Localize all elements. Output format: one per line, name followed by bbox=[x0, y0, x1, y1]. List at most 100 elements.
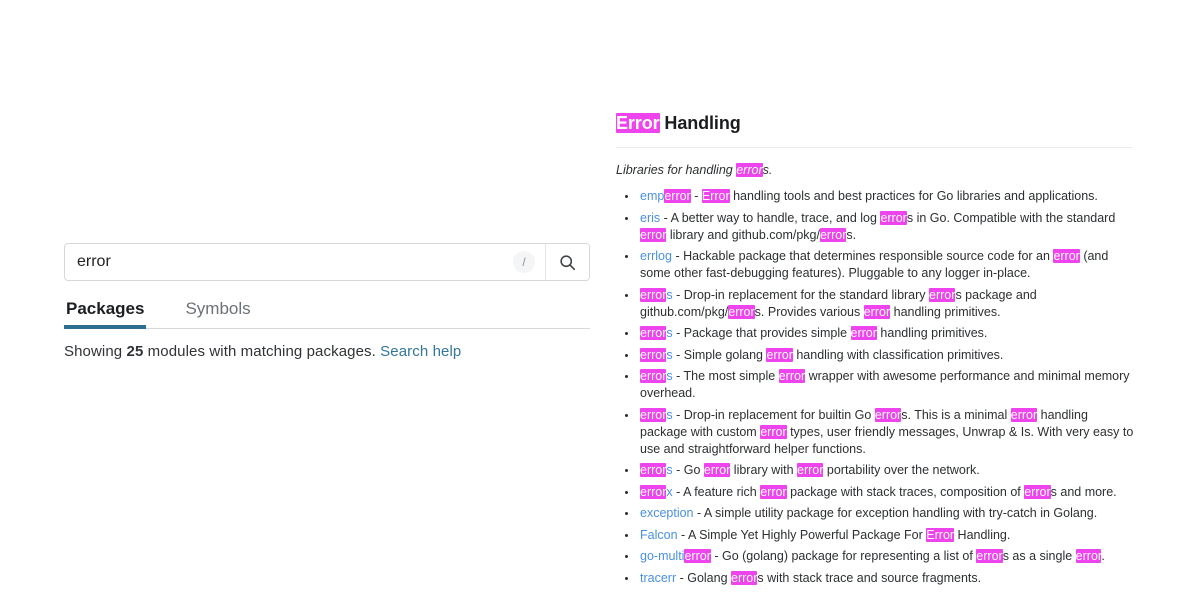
package-link[interactable]: errors bbox=[640, 287, 673, 302]
highlighted-term: error bbox=[1010, 407, 1038, 422]
package-list-item: errors - Drop-in replacement for the sta… bbox=[638, 287, 1136, 321]
highlighted-term: error bbox=[1024, 484, 1051, 499]
text-fragment: errlog bbox=[640, 249, 672, 264]
package-description: - Go (golang) package for representing a… bbox=[710, 549, 1105, 564]
search-input-wrapper: / bbox=[65, 244, 545, 280]
text-fragment: package with stack traces, composition o… bbox=[786, 484, 1025, 499]
package-description: - A Simple Yet Highly Powerful Package F… bbox=[678, 527, 1011, 542]
package-list-item: errorx - A feature rich error package wi… bbox=[638, 484, 1136, 501]
text-fragment: - The most simple bbox=[672, 369, 779, 384]
highlighted-term: error bbox=[929, 287, 956, 302]
highlighted-term: error bbox=[640, 407, 667, 422]
text-fragment: Handling bbox=[659, 113, 741, 133]
text-fragment: - A better way to handle, trace, and log bbox=[660, 210, 881, 225]
search-help-link[interactable]: Search help bbox=[380, 343, 461, 360]
package-link[interactable]: errors bbox=[640, 369, 673, 384]
search-panel: / Packages Symbols Showing 25 modules wi… bbox=[64, 243, 590, 360]
text-fragment: - Go (golang) package for representing a… bbox=[710, 549, 977, 564]
highlighted-term: error bbox=[640, 347, 667, 362]
package-link[interactable]: errlog bbox=[640, 249, 672, 263]
package-link[interactable]: errors bbox=[640, 407, 673, 422]
package-list-item: tracerr - Golang errors with stack trace… bbox=[638, 570, 1136, 587]
search-input[interactable] bbox=[77, 253, 507, 271]
package-description: - Error handling tools and best practice… bbox=[690, 189, 1098, 204]
highlighted-term: error bbox=[778, 369, 806, 384]
text-fragment: tracerr bbox=[640, 570, 677, 585]
package-link[interactable]: eris bbox=[640, 211, 660, 225]
text-fragment: exception bbox=[640, 506, 694, 521]
search-bar: / bbox=[64, 243, 590, 281]
result-type-tabs: Packages Symbols bbox=[64, 295, 590, 329]
package-link[interactable]: errors bbox=[640, 347, 673, 362]
highlighted-term: error bbox=[703, 463, 731, 478]
text-fragment: - bbox=[690, 189, 702, 204]
text-fragment: - Package that provides simple bbox=[672, 326, 851, 341]
text-fragment: s with stack trace and source fragments. bbox=[757, 570, 982, 585]
package-link[interactable]: errors bbox=[640, 463, 673, 478]
text-fragment: go-multi bbox=[640, 549, 685, 564]
text-fragment: handling primitives. bbox=[890, 304, 1001, 319]
tab-packages[interactable]: Packages bbox=[64, 300, 147, 329]
text-fragment: - Golang bbox=[676, 570, 732, 585]
package-description: - Drop-in replacement for the standard l… bbox=[640, 287, 1037, 319]
results-count: 25 bbox=[126, 343, 144, 360]
highlighted-term: error bbox=[664, 189, 691, 204]
package-description: - The most simple error wrapper with awe… bbox=[640, 369, 1130, 400]
text-fragment: s in Go. Compatible with the standard bbox=[906, 210, 1116, 225]
text-fragment: - Go bbox=[672, 463, 704, 478]
text-fragment: emp bbox=[640, 189, 665, 204]
text-fragment: library with bbox=[730, 463, 798, 478]
text-fragment: - Drop-in replacement for the standard l… bbox=[672, 287, 930, 302]
package-list-item: errors - Simple golang error handling wi… bbox=[638, 347, 1136, 364]
text-fragment: Handling. bbox=[954, 527, 1011, 542]
text-fragment: s. This is a minimal bbox=[901, 407, 1011, 422]
package-link[interactable]: errors bbox=[640, 326, 673, 341]
results-panel: Error Handling Libraries for handling er… bbox=[616, 112, 1136, 591]
package-description: - A feature rich error package with stac… bbox=[673, 484, 1117, 499]
package-description: - Hackable package that determines respo… bbox=[640, 249, 1108, 280]
highlighted-term: error bbox=[850, 326, 877, 341]
highlighted-term: error bbox=[640, 326, 667, 341]
highlighted-term: error bbox=[640, 287, 667, 302]
text-fragment: s. bbox=[762, 162, 773, 177]
highlighted-term: error bbox=[731, 570, 758, 585]
text-fragment: s. Provides various bbox=[754, 304, 864, 319]
text-fragment: handling primitives. bbox=[876, 326, 988, 341]
package-description: - Go error library with error portabilit… bbox=[672, 463, 980, 478]
package-description: - Golang errors with stack trace and sou… bbox=[676, 570, 982, 585]
package-link[interactable]: emperror bbox=[640, 189, 691, 204]
text-fragment: - A simple utility package for exception… bbox=[693, 506, 1098, 521]
text-fragment: - Hackable package that determines respo… bbox=[671, 249, 1054, 264]
text-fragment: s and more. bbox=[1050, 484, 1117, 499]
highlighted-term: error bbox=[684, 549, 711, 564]
text-fragment: . bbox=[1101, 549, 1105, 564]
highlighted-term: error bbox=[797, 463, 824, 478]
package-list-item: emperror - Error handling tools and best… bbox=[638, 188, 1136, 205]
highlighted-term: error bbox=[640, 484, 667, 499]
package-link[interactable]: exception bbox=[640, 506, 694, 520]
package-list-item: errors - Drop-in replacement for builtin… bbox=[638, 407, 1136, 458]
package-list: emperror - Error handling tools and best… bbox=[616, 188, 1136, 587]
text-fragment: handling tools and best practices for Go… bbox=[729, 189, 1098, 204]
highlighted-term: error bbox=[1075, 549, 1102, 564]
results-title: Error Handling bbox=[616, 112, 1136, 135]
package-list-item: exception - A simple utility package for… bbox=[638, 505, 1136, 522]
package-list-item: errlog - Hackable package that determine… bbox=[638, 248, 1136, 282]
highlighted-term: error bbox=[640, 463, 667, 478]
highlighted-term: error bbox=[640, 227, 667, 242]
tab-symbols[interactable]: Symbols bbox=[183, 300, 252, 329]
package-link[interactable]: errorx bbox=[640, 484, 673, 499]
search-submit-button[interactable] bbox=[545, 244, 589, 280]
package-link[interactable]: tracerr bbox=[640, 571, 676, 585]
slash-shortcut-badge: / bbox=[513, 251, 535, 273]
package-list-item: eris - A better way to handle, trace, an… bbox=[638, 210, 1136, 244]
results-summary: Showing 25 modules with matching package… bbox=[64, 343, 590, 360]
package-link[interactable]: Falcon bbox=[640, 528, 678, 542]
highlighted-term: Error bbox=[616, 113, 660, 133]
highlighted-term: error bbox=[640, 369, 667, 384]
package-link[interactable]: go-multierror bbox=[640, 549, 711, 564]
highlighted-term: error bbox=[760, 484, 787, 499]
highlighted-term: error bbox=[1053, 249, 1080, 264]
package-description: - Package that provides simple error han… bbox=[672, 326, 988, 341]
highlighted-term: Error bbox=[701, 189, 730, 204]
